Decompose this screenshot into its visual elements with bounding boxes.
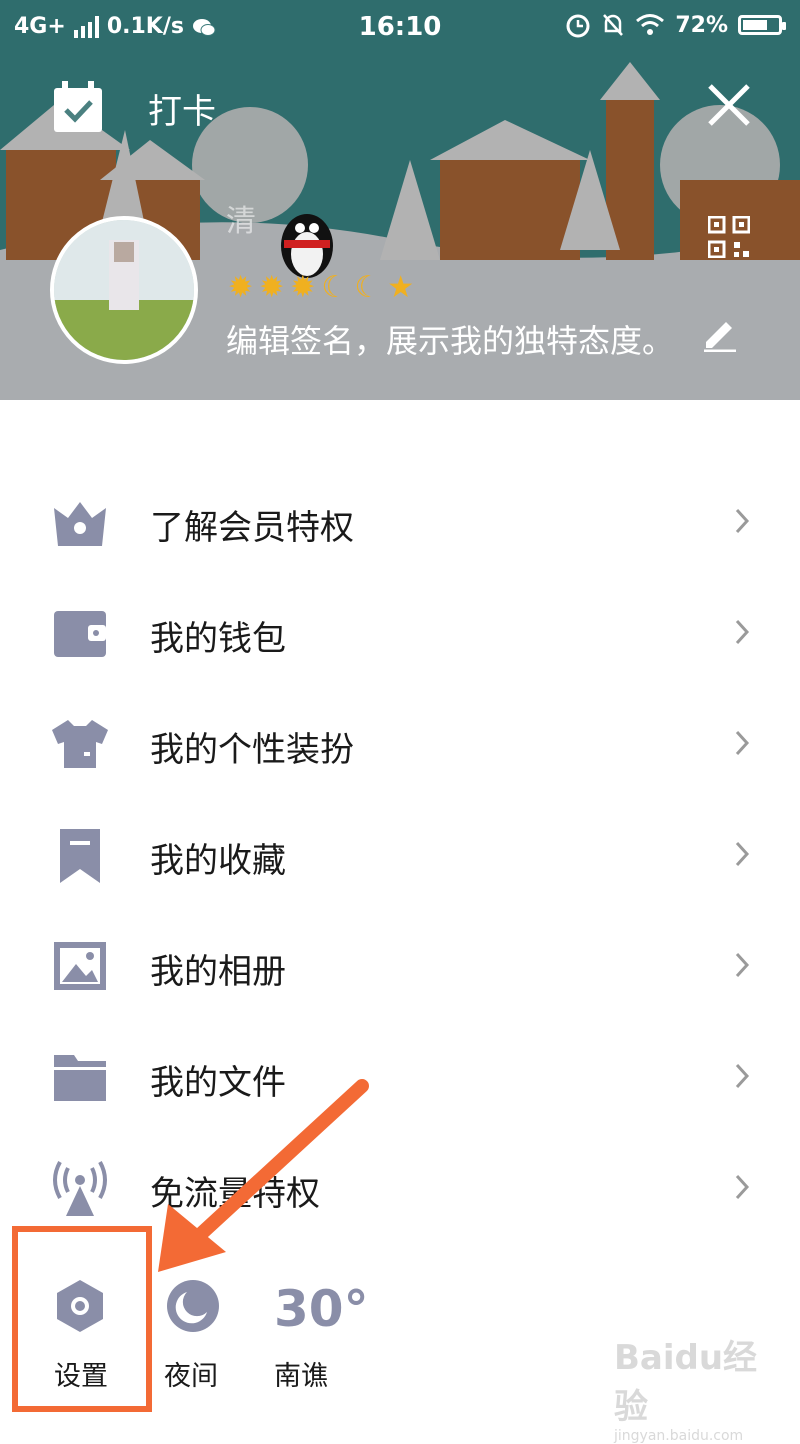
- menu-item-album[interactable]: 我的相册: [0, 910, 800, 1021]
- wifi-icon: [636, 14, 665, 35]
- settings-button[interactable]: 设置: [54, 1354, 108, 1393]
- star-icon: ★: [387, 270, 415, 305]
- signal-tower-icon: [53, 1161, 107, 1216]
- menu-item-label: 了解会员特权: [150, 508, 354, 548]
- baidu-watermark: Baidu经验 jingyan.baidu.com: [614, 1330, 764, 1444]
- alarm-icon: [566, 14, 590, 38]
- moon-icon: ☾: [354, 270, 382, 305]
- menu-item-label: 免流量特权: [150, 1174, 320, 1214]
- menu-item-vip[interactable]: 了解会员特权: [0, 466, 800, 577]
- username: 清: [226, 204, 256, 239]
- chevron-right-icon: [735, 1174, 750, 1200]
- chevron-right-icon: [735, 730, 750, 756]
- qq-level-icons: ✹ ✹ ✹ ☾ ☾ ★: [228, 270, 414, 306]
- folder-icon: [54, 1055, 106, 1101]
- settings-gear-icon[interactable]: [52, 1278, 108, 1334]
- crown-icon: [54, 502, 106, 546]
- calendar-check-icon[interactable]: [52, 80, 104, 134]
- checkin-label[interactable]: 打卡: [148, 84, 216, 133]
- mute-bell-icon: [603, 14, 624, 36]
- chevron-right-icon: [735, 1063, 750, 1089]
- chevron-right-icon: [735, 952, 750, 978]
- night-mode-icon[interactable]: [165, 1278, 221, 1334]
- menu-item-label: 我的收藏: [150, 841, 286, 881]
- night-mode-button[interactable]: 夜间: [164, 1354, 218, 1393]
- chevron-right-icon: [735, 619, 750, 645]
- signature-text[interactable]: 编辑签名，展示我的独特态度。: [226, 316, 674, 362]
- sun-icon: ✹: [228, 270, 254, 305]
- avatar[interactable]: [50, 216, 198, 364]
- menu-item-label: 我的相册: [150, 952, 286, 992]
- battery-percent: 72%: [675, 12, 728, 38]
- edit-pencil-icon[interactable]: [702, 316, 738, 352]
- bookmark-icon: [60, 829, 100, 883]
- moon-icon: ☾: [321, 270, 349, 305]
- temperature[interactable]: 30°: [274, 1280, 369, 1338]
- menu-item-label: 我的文件: [150, 1063, 286, 1103]
- shirt-icon: [52, 720, 108, 768]
- close-icon[interactable]: [706, 82, 752, 128]
- photo-icon: [54, 942, 106, 990]
- chevron-right-icon: [735, 841, 750, 867]
- sun-icon: ✹: [290, 270, 316, 305]
- qr-code-icon[interactable]: [708, 216, 750, 258]
- watermark-brand: Baidu经验: [614, 1338, 758, 1427]
- sun-icon: ✹: [259, 270, 285, 305]
- qq-penguin-icon: [281, 214, 333, 278]
- menu-item-label: 我的钱包: [150, 619, 286, 659]
- menu-item-favorites[interactable]: 我的收藏: [0, 799, 800, 910]
- status-bar: 4G+ 0.1K/s 16:10 72%: [0, 0, 800, 56]
- menu-item-wallet[interactable]: 我的钱包: [0, 577, 800, 688]
- chevron-right-icon: [735, 508, 750, 534]
- menu-item-theme[interactable]: 我的个性装扮: [0, 688, 800, 799]
- watermark-url: jingyan.baidu.com: [614, 1428, 744, 1444]
- drawer-menu: 了解会员特权 我的钱包 我的个性装扮 我的收藏 我的相册 我的文件 免流量特权: [0, 466, 800, 1243]
- menu-item-label: 我的个性装扮: [150, 730, 354, 770]
- top-nav: 打卡: [0, 70, 800, 140]
- profile-header: 4G+ 0.1K/s 16:10 72% 打卡 清 ✹ ✹ ✹ ☾ ☾ ★ 编辑…: [0, 0, 800, 400]
- battery-icon: [738, 15, 786, 35]
- weather-city[interactable]: 南谯: [274, 1354, 328, 1393]
- menu-item-files[interactable]: 我的文件: [0, 1021, 800, 1132]
- wallet-icon: [54, 611, 106, 657]
